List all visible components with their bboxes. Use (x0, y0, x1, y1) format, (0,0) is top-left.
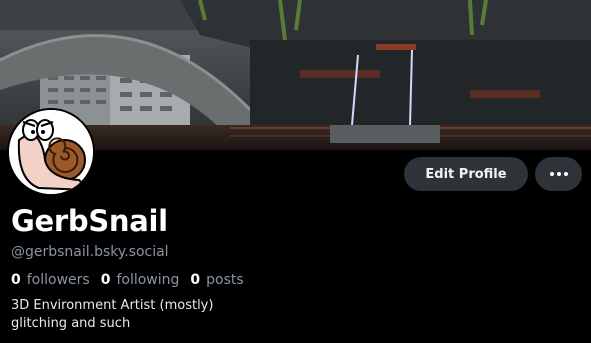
bio-line: glitching and such (11, 316, 131, 331)
dot (563, 172, 568, 176)
following-label: following (116, 272, 180, 288)
snail-avatar-icon (9, 110, 93, 194)
profile-bio: 3D Environment Artist (mostly) glitching… (11, 297, 213, 333)
banner-image (0, 0, 591, 150)
posts-count: 0 (190, 272, 201, 288)
more-options-button[interactable] (535, 157, 582, 191)
ellipsis-icon (549, 172, 568, 176)
display-name: GerbSnail (11, 204, 168, 238)
avatar[interactable] (7, 108, 95, 196)
followers-count: 0 (11, 272, 21, 288)
dot (556, 172, 561, 176)
profile-banner[interactable] (0, 0, 591, 150)
dot (549, 172, 554, 176)
stat-following[interactable]: 0 following (101, 271, 180, 289)
bio-line: 3D Environment Artist (mostly) (11, 298, 214, 313)
stat-posts: 0 posts (190, 271, 243, 289)
stat-followers[interactable]: 0 followers (11, 271, 90, 289)
edit-profile-button[interactable]: Edit Profile (404, 157, 528, 191)
profile-stats: 0 followers 0 following 0 posts (11, 271, 244, 289)
profile-handle[interactable]: @gerbsnail.bsky.social (11, 243, 169, 261)
followers-label: followers (26, 272, 90, 288)
posts-label: posts (206, 272, 244, 288)
following-count: 0 (100, 272, 111, 288)
